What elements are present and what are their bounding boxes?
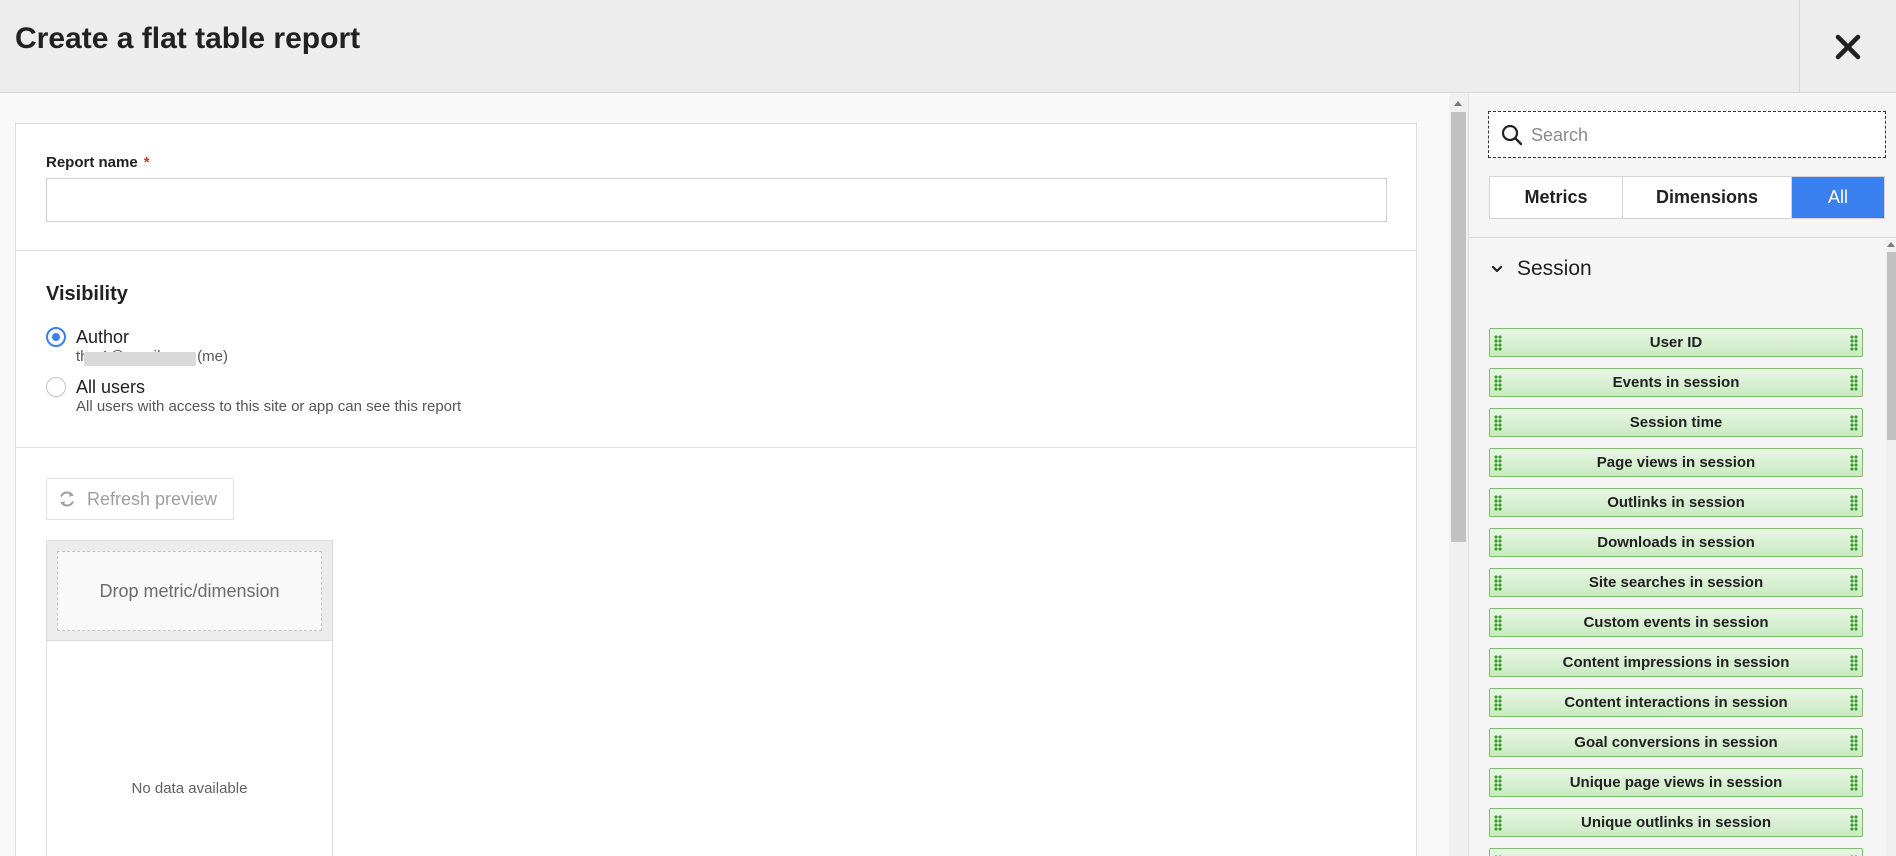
panel-scrollbar[interactable]	[1886, 240, 1896, 856]
field-list: User ID Events in session Session time P…	[1489, 328, 1863, 856]
field-item[interactable]: Content impressions in session	[1489, 648, 1863, 677]
drag-handle-icon	[1494, 775, 1502, 791]
drag-handle-icon	[1850, 535, 1858, 551]
scroll-up-arrow-icon[interactable]	[1454, 101, 1462, 106]
fields-panel: Metrics Dimensions All Session User ID E…	[1468, 94, 1896, 856]
search-box[interactable]	[1488, 111, 1886, 158]
drag-handle-icon	[1494, 455, 1502, 471]
field-label: Session time	[1629, 414, 1723, 431]
drag-handle-icon	[1850, 455, 1858, 471]
divider	[16, 250, 1416, 251]
drag-handle-icon	[1850, 775, 1858, 791]
main-area: Report name* Visibility Author the 1@gma…	[0, 94, 1449, 856]
drag-handle-icon	[1494, 735, 1502, 751]
field-label: Downloads in session	[1597, 534, 1755, 551]
group-label: Session	[1517, 257, 1592, 280]
field-label: Content impressions in session	[1562, 654, 1790, 671]
radio-all-users-description: All users with access to this site or ap…	[76, 398, 462, 415]
field-item[interactable]: Custom events in session	[1489, 608, 1863, 637]
drag-handle-icon	[1494, 535, 1502, 551]
field-label: Outlinks in session	[1607, 494, 1745, 511]
drag-handle-icon	[1494, 335, 1502, 351]
refresh-preview-label: Refresh preview	[87, 488, 218, 509]
report-name-label: Report name *	[46, 154, 150, 171]
drop-zone-label: Drop metric/dimension	[99, 580, 280, 601]
tab-metrics[interactable]: Metrics	[1490, 177, 1623, 218]
chevron-down-icon	[1491, 265, 1503, 273]
field-label: Events in session	[1612, 374, 1740, 391]
no-data-message: No data available	[131, 780, 248, 797]
drop-zone[interactable]: Drop metric/dimension	[57, 551, 322, 631]
drag-handle-icon	[1850, 415, 1858, 431]
report-form-card: Report name* Visibility Author the 1@gma…	[15, 123, 1417, 856]
field-item[interactable]: Downloads in session	[1489, 528, 1863, 557]
main-scrollbar[interactable]	[1449, 94, 1468, 856]
field-item[interactable]: Goal conversions in session	[1489, 728, 1863, 757]
field-item[interactable]: Unique page views in session	[1489, 768, 1863, 797]
dialog-header: Create a flat table report	[0, 0, 1896, 93]
panel-scrollbar-thumb[interactable]	[1887, 252, 1896, 440]
drag-handle-icon	[1494, 815, 1502, 831]
refresh-icon	[60, 491, 74, 507]
drag-handle-icon	[1850, 655, 1858, 671]
field-type-tabs: Metrics Dimensions All	[1489, 176, 1885, 219]
field-item[interactable]: Content interactions in session	[1489, 688, 1863, 717]
visibility-title: Visibility	[46, 283, 128, 305]
tab-dimensions[interactable]: Dimensions	[1623, 177, 1792, 218]
drag-handle-icon	[1494, 615, 1502, 631]
drag-handle-icon	[1494, 575, 1502, 591]
field-label: Unique page views in session	[1569, 774, 1783, 791]
field-item[interactable]: Outlinks in session	[1489, 488, 1863, 517]
drag-handle-icon	[1494, 695, 1502, 711]
field-label: Custom events in session	[1583, 614, 1769, 631]
search-icon	[1501, 124, 1523, 146]
preview-column-header: Drop metric/dimension	[47, 541, 332, 641]
field-label: Goal conversions in session	[1574, 734, 1778, 751]
radio-all-users[interactable]	[46, 377, 66, 397]
divider	[16, 447, 1416, 448]
radio-author-label: Author	[76, 327, 130, 347]
drag-handle-icon	[1850, 735, 1858, 751]
field-label: User ID	[1649, 334, 1703, 351]
refresh-preview-button[interactable]: Refresh preview	[46, 478, 234, 520]
field-item[interactable]: Session time	[1489, 408, 1863, 437]
main-scrollbar-thumb[interactable]	[1451, 112, 1466, 542]
drag-handle-icon	[1494, 415, 1502, 431]
close-icon	[1835, 34, 1861, 59]
field-label: Content interactions in session	[1564, 694, 1788, 711]
field-label: Site searches in session	[1588, 574, 1764, 591]
close-button[interactable]	[1799, 0, 1896, 93]
redacted-email-block	[84, 352, 196, 366]
preview-column: Drop metric/dimension No data available	[46, 540, 333, 856]
radio-all-users-label: All users	[76, 377, 146, 397]
drag-handle-icon	[1850, 495, 1858, 511]
drag-handle-icon	[1850, 615, 1858, 631]
scroll-up-arrow-icon[interactable]	[1887, 242, 1895, 247]
drag-handle-icon	[1494, 495, 1502, 511]
field-item[interactable]: Site searches in session	[1489, 568, 1863, 597]
radio-author[interactable]	[46, 327, 66, 347]
field-label: Unique outlinks in session	[1580, 814, 1772, 831]
field-label: Page views in session	[1596, 454, 1756, 471]
report-name-input[interactable]	[46, 178, 1387, 222]
search-input[interactable]	[1531, 120, 1871, 150]
field-item[interactable]: User ID	[1489, 328, 1863, 357]
drag-handle-icon	[1850, 815, 1858, 831]
drag-handle-icon	[1494, 655, 1502, 671]
drag-handle-icon	[1850, 695, 1858, 711]
field-item[interactable]: Page views in session	[1489, 448, 1863, 477]
required-mark: *	[143, 154, 150, 171]
field-item[interactable]	[1489, 848, 1863, 856]
drag-handle-icon	[1494, 375, 1502, 391]
drag-handle-icon	[1850, 335, 1858, 351]
page-title: Create a flat table report	[15, 22, 361, 55]
drag-handle-icon	[1850, 575, 1858, 591]
field-item[interactable]: Events in session	[1489, 368, 1863, 397]
divider	[1469, 237, 1896, 238]
drag-handle-icon	[1850, 375, 1858, 391]
tab-all[interactable]: All	[1792, 177, 1884, 218]
field-item[interactable]: Unique outlinks in session	[1489, 808, 1863, 837]
group-header-session[interactable]: Session	[1491, 257, 1592, 281]
